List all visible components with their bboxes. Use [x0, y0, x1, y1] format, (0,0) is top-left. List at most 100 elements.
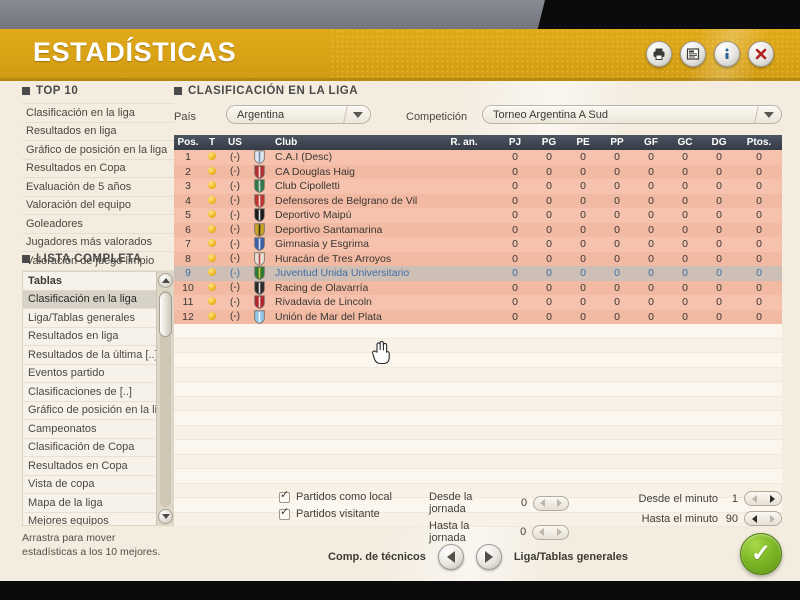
cell-gc: 0: [682, 252, 688, 265]
list-item[interactable]: Resultados en Copa: [23, 457, 156, 476]
sidebar-item-top10[interactable]: Valoración del equipo: [22, 197, 174, 215]
next-page-button[interactable]: [475, 544, 502, 570]
sidebar-item-top10[interactable]: Jugadores más valorados: [22, 234, 174, 252]
checkbox-away-matches[interactable]: Partidos visitante: [279, 507, 392, 520]
jornada-from-row: Desde la jornada 0: [429, 491, 569, 515]
list-item[interactable]: Campeonatos: [23, 420, 156, 439]
cell-club-name[interactable]: Gimnasia y Esgrima: [270, 238, 430, 250]
cell-club-name[interactable]: Racing de Olavarría: [270, 282, 430, 294]
sidebar-item-top10[interactable]: Resultados en liga: [22, 123, 174, 141]
checkbox-home-matches[interactable]: Partidos como local: [279, 490, 392, 503]
list-item[interactable]: Mapa de la liga: [23, 494, 156, 513]
cell-pe: 0: [580, 194, 586, 207]
col-header-pj[interactable]: PJ: [498, 137, 532, 148]
news-button[interactable]: [680, 41, 706, 67]
col-header-t[interactable]: T: [202, 137, 222, 148]
table-row[interactable]: 3 (-) Club Cipolletti 0 0 0 0 0 0 0 0: [174, 179, 782, 194]
table-row[interactable]: 11 (-) Rivadavia de Lincoln 0 0 0 0 0 0 0 0: [174, 295, 782, 310]
cell-us: (-): [230, 195, 240, 207]
table-row[interactable]: 4 (-) Defensores de Belgrano de Vil 0 0 0 0 0 0 0…: [174, 193, 782, 208]
sidebar-item-top10[interactable]: Resultados en Copa: [22, 160, 174, 178]
cell-club-name[interactable]: Juventud Unida Universitario: [270, 267, 430, 279]
jornada-to-stepper[interactable]: [532, 524, 569, 540]
sidebar-item-top10[interactable]: Goleadores: [22, 215, 174, 234]
col-header-pg[interactable]: PG: [532, 137, 566, 148]
list-item[interactable]: Vista de copa: [23, 476, 156, 494]
table-empty-row: [174, 367, 782, 382]
scroll-up-button[interactable]: [158, 273, 173, 288]
print-button[interactable]: [646, 41, 672, 67]
col-header-dg[interactable]: DG: [702, 137, 736, 148]
scrollbar-thumb[interactable]: [159, 292, 172, 337]
list-item[interactable]: Liga/Tablas generales: [23, 309, 156, 328]
club-crest-icon: [253, 252, 265, 266]
cell-pe: 0: [580, 180, 586, 193]
close-button[interactable]: [748, 41, 774, 67]
list-item[interactable]: Clasificación en la liga: [23, 290, 156, 309]
list-item[interactable]: Clasificaciones de [..]: [23, 383, 156, 402]
info-button[interactable]: [714, 41, 740, 67]
table-row[interactable]: 8 (-) Huracán de Tres Arroyos 0 0 0 0 0 0 0 0: [174, 251, 782, 266]
list-item[interactable]: Gráfico de posición en la liga: [23, 402, 156, 420]
list-item[interactable]: Eventos partido: [23, 365, 156, 383]
cell-club-name[interactable]: C.A.I (Desc): [270, 151, 430, 163]
cell-gc: 0: [682, 165, 688, 178]
table-row[interactable]: 9 (-) Juventud Unida Universitario 0 0 0 0 0 0 0 0: [174, 266, 782, 281]
confirm-button[interactable]: ✓: [740, 533, 782, 575]
col-header-club[interactable]: Club: [270, 137, 430, 148]
list-item[interactable]: Clasificación de Copa: [23, 439, 156, 457]
table-empty-row: [174, 353, 782, 368]
sidebar-item-top10[interactable]: Clasificación en la liga: [22, 103, 174, 123]
minuto-from-label: Desde el minuto: [638, 492, 719, 505]
table-empty-row: [174, 425, 782, 440]
minuto-from-row: Desde el minuto 1: [624, 491, 782, 506]
table-row[interactable]: 10 (-) Racing de Olavarría 0 0 0 0 0 0 0 0: [174, 280, 782, 295]
cell-club-name[interactable]: Unión de Mar del Plata: [270, 311, 430, 323]
cell-club-name[interactable]: Rivadavia de Lincoln: [270, 296, 430, 308]
table-row[interactable]: 12 (-) Unión de Mar del Plata 0 0 0 0 0 0 0 0: [174, 309, 782, 324]
sidebar-item-top10[interactable]: Evaluación de 5 años: [22, 178, 174, 197]
scroll-down-button[interactable]: [158, 509, 173, 524]
lista-scrollbar[interactable]: [156, 272, 173, 525]
col-header-pe[interactable]: PE: [566, 137, 600, 148]
col-header-ran[interactable]: R. an.: [430, 137, 498, 148]
cell-pe: 0: [580, 165, 586, 178]
club-crest-icon: [253, 237, 265, 252]
sidebar-item-top10[interactable]: Gráfico de posición en la liga: [22, 141, 174, 160]
cell-gf: 0: [648, 238, 654, 251]
page-nav-footer: Comp. de técnicos Liga/Tablas generales: [174, 544, 782, 570]
cell-gc: 0: [682, 267, 688, 280]
table-row[interactable]: 2 (-) CA Douglas Haig 0 0 0 0 0 0 0 0: [174, 164, 782, 179]
list-item[interactable]: Resultados de la última [..]: [23, 346, 156, 365]
cell-club-name[interactable]: CA Douglas Haig: [270, 166, 430, 178]
cell-gc: 0: [682, 238, 688, 251]
country-select[interactable]: Argentina: [226, 105, 371, 124]
prev-page-button[interactable]: [437, 544, 464, 570]
filter-bar: País Argentina Competición Torneo Argent…: [174, 105, 782, 131]
cell-club-name[interactable]: Defensores de Belgrano de Vil: [270, 195, 430, 207]
minuto-from-stepper[interactable]: [744, 491, 782, 506]
cell-club-name[interactable]: Club Cipolletti: [270, 180, 430, 192]
col-header-us[interactable]: US: [222, 137, 248, 148]
competition-select[interactable]: Torneo Argentina A Sud: [482, 105, 782, 124]
cell-club-name[interactable]: Deportivo Maipú: [270, 209, 430, 221]
check-icon: ✓: [750, 540, 772, 567]
col-header-gc[interactable]: GC: [668, 137, 702, 148]
col-header-pos[interactable]: Pos.: [174, 137, 202, 148]
cell-club-name[interactable]: Deportivo Santamarina: [270, 224, 430, 236]
list-item[interactable]: Resultados en liga: [23, 328, 156, 346]
table-row[interactable]: 5 (-) Deportivo Maipú 0 0 0 0 0 0 0 0: [174, 208, 782, 223]
jornada-from-stepper[interactable]: [533, 495, 569, 511]
table-row[interactable]: 7 (-) Gimnasia y Esgrima 0 0 0 0 0 0 0 0: [174, 237, 782, 252]
cell-club-name[interactable]: Huracán de Tres Arroyos: [270, 253, 430, 265]
col-header-pp[interactable]: PP: [600, 137, 634, 148]
cell-ptos: 0: [756, 151, 762, 164]
table-row[interactable]: 6 (-) Deportivo Santamarina 0 0 0 0 0 0 0 0: [174, 222, 782, 237]
list-item[interactable]: Mejores equipos: [23, 513, 156, 525]
status-dot-icon: [208, 152, 216, 161]
minuto-to-stepper[interactable]: [744, 511, 782, 526]
cell-trend: [202, 282, 222, 294]
col-header-gf[interactable]: GF: [634, 137, 668, 148]
col-header-ptos[interactable]: Ptos.: [736, 137, 782, 148]
table-row[interactable]: 1 (-) C.A.I (Desc) 0 0 0 0 0 0 0 0: [174, 150, 782, 165]
